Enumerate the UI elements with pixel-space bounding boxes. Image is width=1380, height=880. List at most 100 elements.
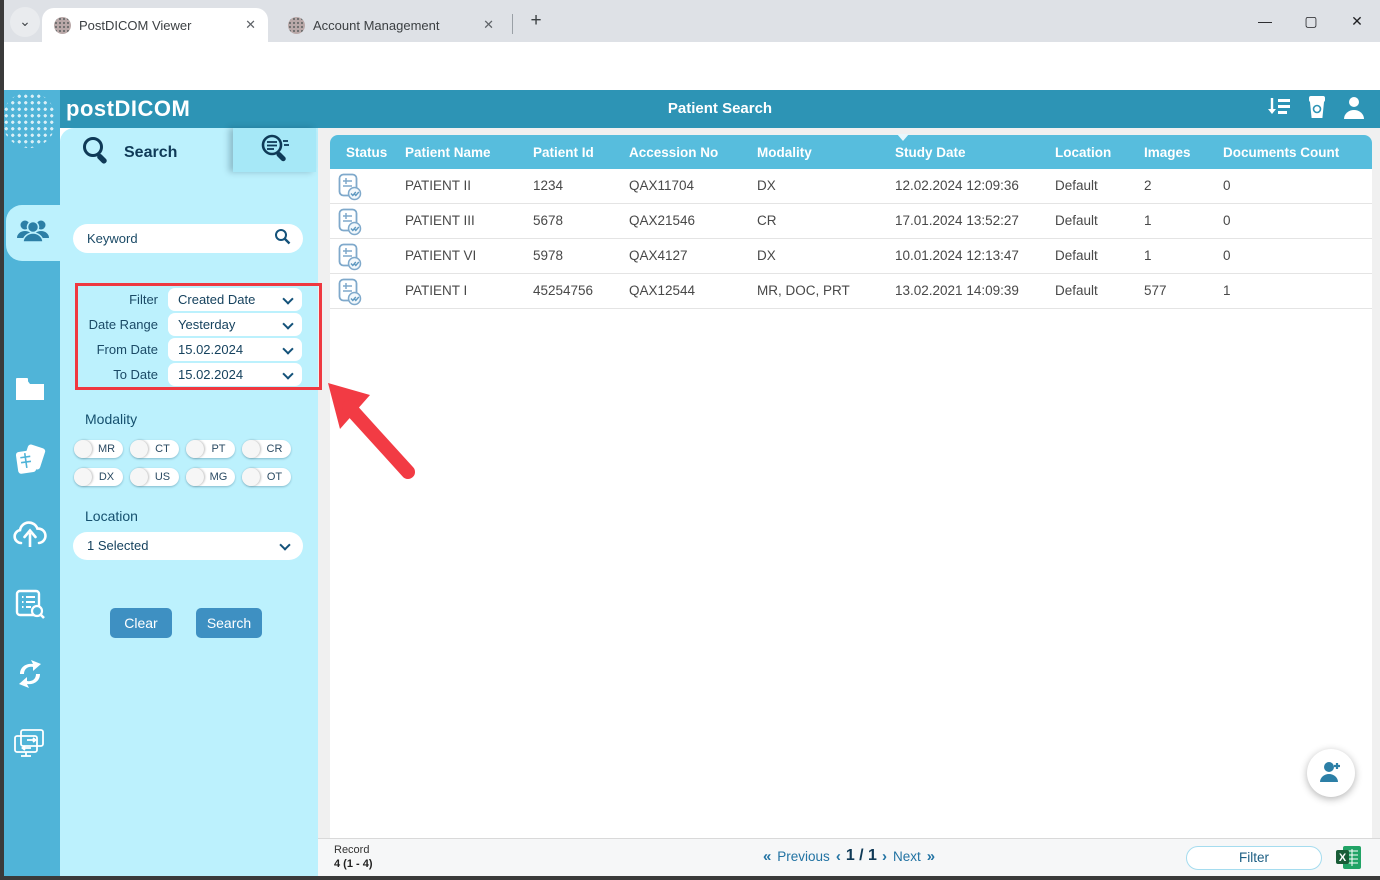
cell-patient-name: PATIENT II <box>405 178 472 193</box>
next-page-button[interactable]: Next <box>893 849 921 864</box>
cell-study-date: 13.02.2021 14:09:39 <box>895 283 1019 298</box>
trash-icon[interactable] <box>1306 94 1328 125</box>
cell-location: Default <box>1055 213 1098 228</box>
tab-title: PostDICOM Viewer <box>79 17 192 33</box>
column-header-label: Study Date <box>895 145 966 160</box>
cell-patient-name: PATIENT VI <box>405 248 477 263</box>
sidebar-item-upload[interactable] <box>0 508 60 564</box>
cell-patient-id: 5978 <box>533 248 564 263</box>
modality-toggle-mr[interactable]: MR <box>74 440 123 458</box>
modality-toggle-pt[interactable]: PT <box>186 440 235 458</box>
keyword-magnifier-icon[interactable] <box>274 228 291 250</box>
table-row[interactable]: PATIENT III 5678 QAX21546 CR 17.01.2024 … <box>330 204 1372 239</box>
study-status-icon[interactable] <box>338 243 363 276</box>
modality-option-label: MG <box>209 471 228 483</box>
toggle-knob <box>74 440 92 458</box>
maximize-button[interactable]: ▢ <box>1288 13 1334 30</box>
sidebar-item-share[interactable] <box>0 718 60 774</box>
cell-documents-count: 0 <box>1223 213 1231 228</box>
cell-documents-count: 1 <box>1223 283 1231 298</box>
next-arrow-icon[interactable]: › <box>882 848 887 865</box>
sync-arrows-icon <box>14 658 46 695</box>
add-person-icon <box>1318 759 1344 788</box>
keyword-search-box <box>73 224 303 253</box>
tab-strip: ⌄ PostDICOM Viewer ✕ Account Management … <box>0 0 1380 42</box>
column-header-accession-no[interactable]: Accession No <box>629 135 718 169</box>
modality-label: Modality <box>85 411 138 427</box>
minimize-button[interactable]: — <box>1242 13 1288 29</box>
previous-arrow-icon[interactable]: ‹ <box>836 848 841 865</box>
toggle-knob <box>242 468 260 486</box>
keyword-input[interactable] <box>73 231 274 246</box>
clear-button[interactable]: Clear <box>110 608 172 638</box>
search-panel: Search Filter Created Date Date Range Ye… <box>60 128 322 876</box>
search-button[interactable]: Search <box>196 608 262 638</box>
study-status-icon[interactable] <box>338 278 363 311</box>
modality-toggle-ct[interactable]: CT <box>130 440 179 458</box>
tab-postdicom-viewer[interactable]: PostDICOM Viewer ✕ <box>42 8 268 42</box>
document-cards-icon <box>13 444 47 481</box>
column-header-location[interactable]: Location <box>1055 135 1111 169</box>
excel-export-icon[interactable]: X <box>1335 845 1362 875</box>
column-header-patient-id[interactable]: Patient Id <box>533 135 594 169</box>
modality-option-label: CT <box>155 443 170 455</box>
column-header-images[interactable]: Images <box>1144 135 1191 169</box>
table-row[interactable]: PATIENT II 1234 QAX11704 DX 12.02.2024 1… <box>330 169 1372 204</box>
column-header-patient-name[interactable]: Patient Name <box>405 135 491 169</box>
toggle-knob <box>130 440 148 458</box>
tab-account-management[interactable]: Account Management ✕ <box>276 8 506 42</box>
patients-group-icon <box>15 216 51 251</box>
modality-option-label: PT <box>211 443 226 455</box>
modality-toggle-ot[interactable]: OT <box>242 468 291 486</box>
location-dropdown[interactable]: 1 Selected <box>73 532 303 560</box>
folder-icon <box>14 376 46 407</box>
add-patient-button[interactable] <box>1307 749 1355 797</box>
column-header-status[interactable]: Status <box>346 135 387 169</box>
sidebar-item-worklist[interactable] <box>0 578 60 634</box>
cell-images: 1 <box>1144 248 1152 263</box>
sidebar-item-folders[interactable] <box>0 363 60 419</box>
study-status-icon[interactable] <box>338 208 363 241</box>
cell-study-date: 17.01.2024 13:52:27 <box>895 213 1019 228</box>
tab-close-icon[interactable]: ✕ <box>477 17 506 33</box>
first-page-icon[interactable]: « <box>763 848 771 865</box>
cell-accession-no: QAX11704 <box>629 178 695 193</box>
last-page-icon[interactable]: » <box>927 848 935 865</box>
tab-close-icon[interactable]: ✕ <box>239 17 268 33</box>
filter-button[interactable]: Filter <box>1186 846 1322 870</box>
new-tab-button[interactable]: + <box>524 10 548 32</box>
sidebar-item-patients[interactable] <box>6 205 60 261</box>
tab-advanced-search[interactable] <box>233 128 316 172</box>
close-button[interactable]: ✕ <box>1334 13 1380 30</box>
study-status-icon[interactable] <box>338 173 363 206</box>
svg-text:X: X <box>1339 852 1347 864</box>
modality-option-label: MR <box>97 443 116 455</box>
previous-page-button[interactable]: Previous <box>777 849 830 864</box>
table-row[interactable]: PATIENT VI 5978 QAX4127 DX 10.01.2024 12… <box>330 239 1372 274</box>
column-header-study-date[interactable]: Study Date <box>895 134 966 169</box>
column-header-modality[interactable]: Modality <box>757 135 812 169</box>
cell-modality: MR, DOC, PRT <box>757 283 850 298</box>
modality-toggle-dx[interactable]: DX <box>74 468 123 486</box>
postdicom-favicon <box>288 16 305 34</box>
cell-patient-name: PATIENT I <box>405 283 468 298</box>
cell-images: 2 <box>1144 178 1152 193</box>
tab-search-button[interactable]: ⌄ <box>10 7 40 37</box>
page-indicator: 1 / 1 <box>845 847 877 864</box>
cell-images: 577 <box>1144 283 1167 298</box>
modality-toggle-us[interactable]: US <box>130 468 179 486</box>
sidebar-item-documents[interactable] <box>0 434 60 490</box>
user-icon[interactable] <box>1342 94 1366 125</box>
tab-basic-search[interactable]: Search <box>80 134 177 171</box>
table-row[interactable]: PATIENT I 45254756 QAX12544 MR, DOC, PRT… <box>330 274 1372 309</box>
cell-patient-id: 45254756 <box>533 283 594 298</box>
tab-divider <box>512 14 513 34</box>
sort-icon[interactable] <box>1266 95 1292 124</box>
toggle-knob <box>186 440 204 458</box>
cell-accession-no: QAX12544 <box>629 283 696 298</box>
sidebar-item-sync[interactable] <box>0 648 60 704</box>
modality-toggle-cr[interactable]: CR <box>242 440 291 458</box>
modality-option-label: CR <box>266 443 283 455</box>
modality-toggle-mg[interactable]: MG <box>186 468 235 486</box>
column-header-documents-count[interactable]: Documents Count <box>1223 135 1339 169</box>
